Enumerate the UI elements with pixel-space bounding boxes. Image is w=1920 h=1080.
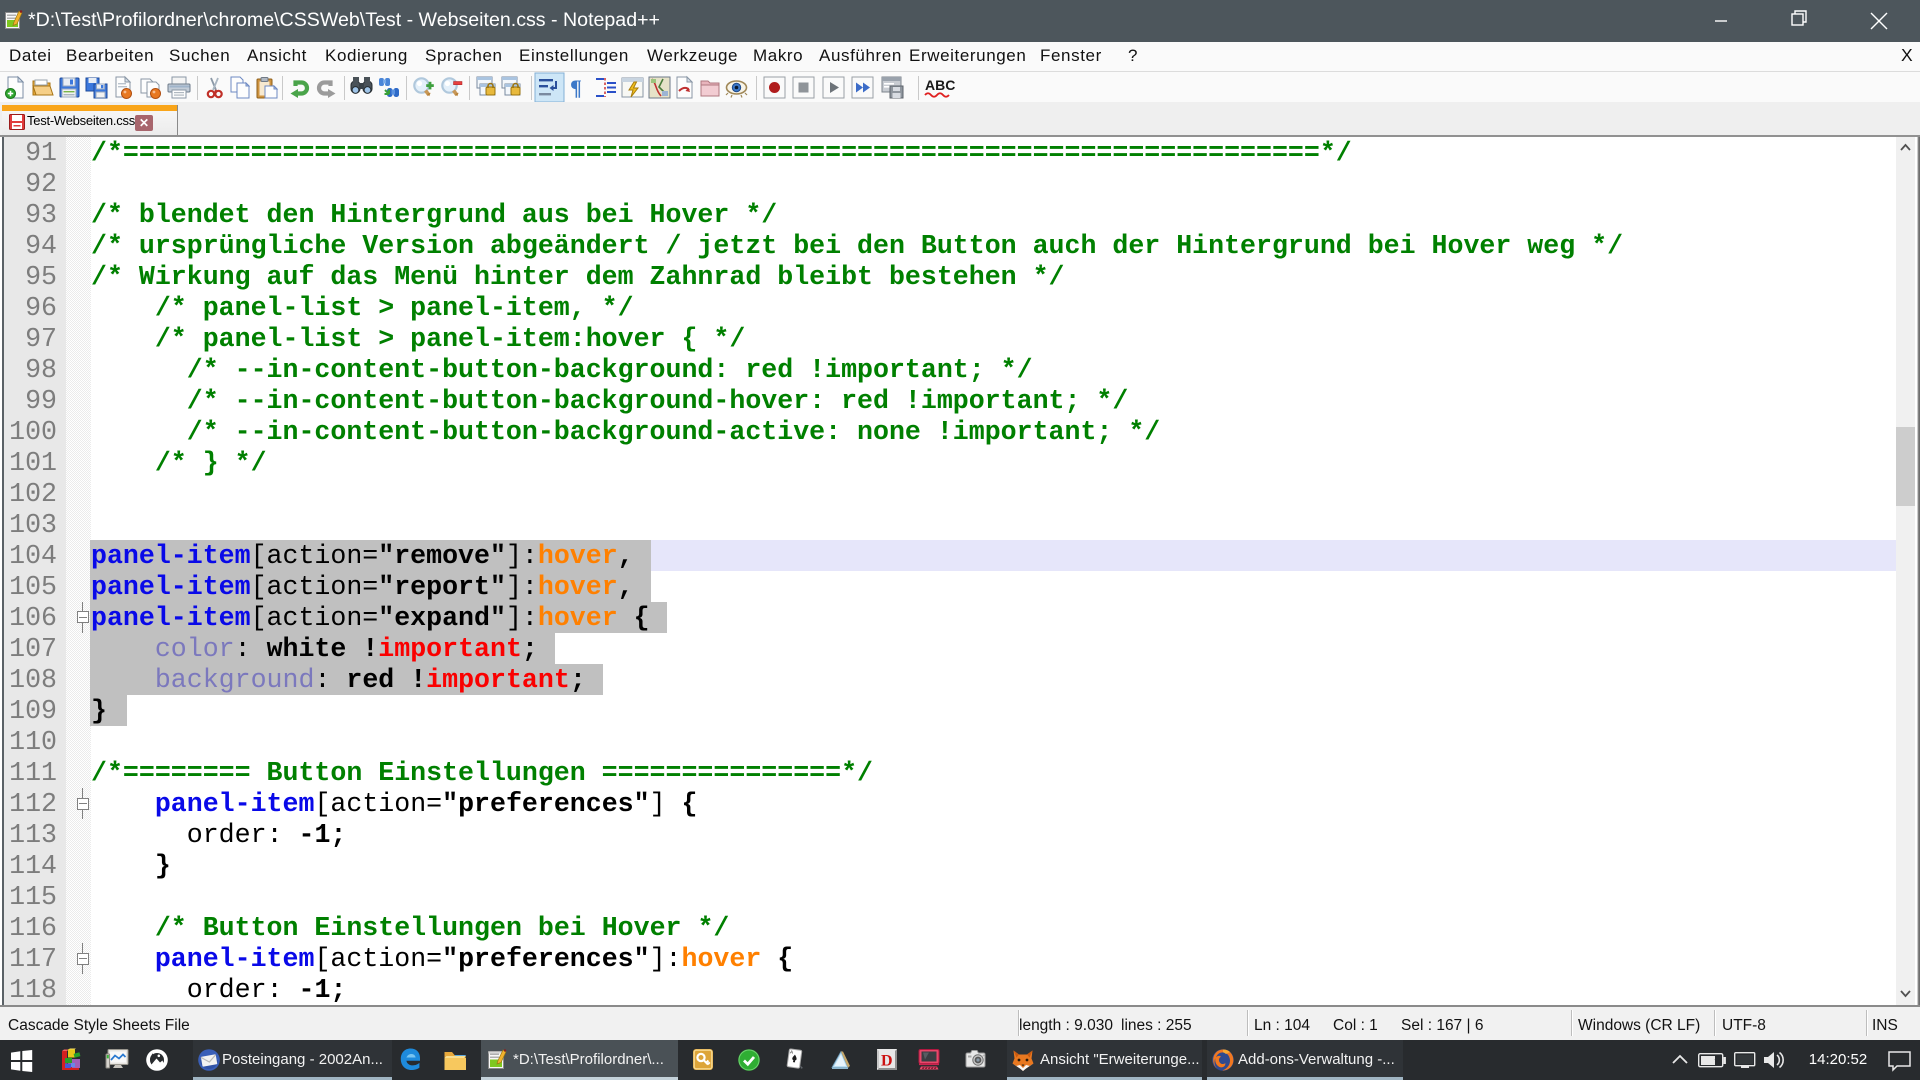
svg-text:¶: ¶ bbox=[570, 75, 582, 100]
svg-text:ABC: ABC bbox=[925, 77, 955, 93]
svg-text:D: D bbox=[881, 1053, 893, 1070]
